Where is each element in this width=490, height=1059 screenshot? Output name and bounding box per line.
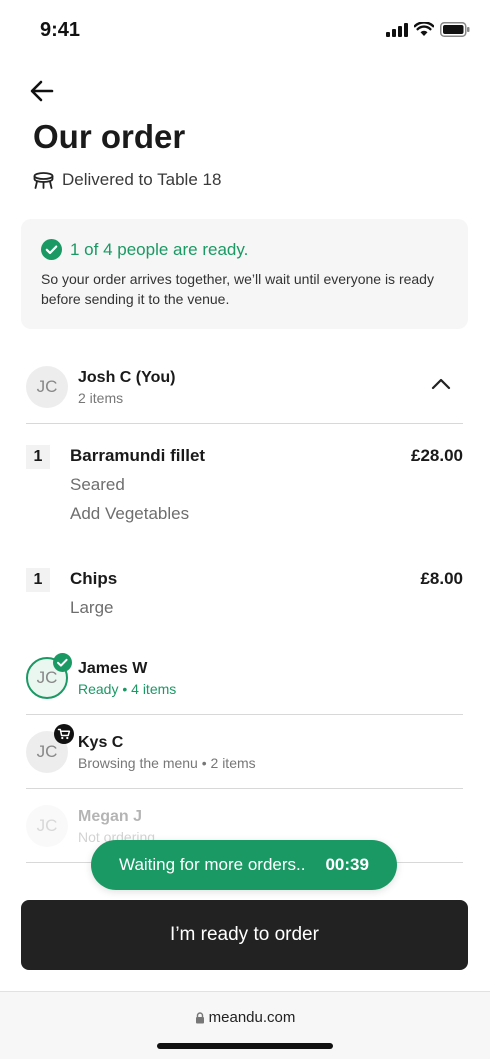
member-row-josh[interactable]: JC Josh C (You) 2 items <box>26 350 463 424</box>
member-name: Kys C <box>78 733 124 751</box>
status-icons <box>386 22 470 37</box>
item-quantity: 1 <box>26 568 50 592</box>
item-modifier: Large <box>70 598 114 617</box>
collapse-button[interactable] <box>429 372 453 396</box>
lock-icon <box>195 1011 204 1023</box>
avatar-initials: JC <box>36 816 58 835</box>
member-name: Megan J <box>78 807 143 825</box>
divider <box>26 423 463 424</box>
battery-icon <box>440 22 470 37</box>
chevron-up-icon <box>431 378 451 390</box>
delivery-info: Delivered to Table 18 <box>33 170 221 190</box>
ready-count-text: 1 of 4 people are ready. <box>70 239 249 259</box>
arrow-left-icon <box>30 80 54 102</box>
item-modifier: Seared <box>70 475 125 494</box>
ready-status-card: 1 of 4 people are ready. So your order a… <box>21 219 468 329</box>
avatar: JC <box>26 653 72 699</box>
member-name: James W <box>78 659 148 677</box>
item-quantity: 1 <box>26 445 50 469</box>
order-item: 1 Barramundi fillet £28.00 Seared Add Ve… <box>26 445 463 535</box>
cart-badge-icon <box>54 724 74 744</box>
status-time: 9:41 <box>40 19 81 41</box>
countdown-timer: 00:39 <box>325 855 369 874</box>
waiting-text: Waiting for more orders.. <box>119 855 306 874</box>
ready-to-order-button[interactable]: I’m ready to order <box>21 900 468 970</box>
avatar-initials: JC <box>36 377 58 396</box>
ready-check-badge-icon <box>53 653 72 672</box>
status-bar: 9:41 <box>0 0 490 62</box>
avatar: JC <box>26 366 68 408</box>
wifi-icon <box>414 22 434 36</box>
member-row-kys[interactable]: JC Kys C Browsing the menu • 2 items <box>26 715 463 789</box>
table-icon <box>33 171 54 189</box>
url-text: meandu.com <box>208 1009 296 1026</box>
member-status: Ready • 4 items <box>78 680 177 697</box>
avatar: JC <box>26 805 68 847</box>
browser-address-bar: meandu.com <box>0 991 490 1059</box>
check-circle-icon <box>41 239 62 260</box>
item-name: Chips <box>70 569 118 588</box>
ready-status-headline: 1 of 4 people are ready. <box>41 239 448 260</box>
back-button[interactable] <box>28 77 56 105</box>
item-price: £8.00 <box>420 569 463 588</box>
avatar: JC <box>26 724 74 773</box>
waiting-toast: Waiting for more orders.. 00:39 <box>91 840 397 890</box>
url-bar[interactable]: meandu.com <box>0 1009 490 1026</box>
member-row-james[interactable]: JC James W Ready • 4 items <box>26 641 463 715</box>
item-price: £28.00 <box>411 446 463 465</box>
member-status: Browsing the menu • 2 items <box>78 754 256 771</box>
item-modifier: Add Vegetables <box>70 504 190 523</box>
cellular-signal-icon <box>386 22 408 37</box>
ready-description: So your order arrives together, we’ll wa… <box>41 271 434 307</box>
avatar-initials: JC <box>36 742 58 761</box>
delivery-text: Delivered to Table 18 <box>62 170 222 189</box>
order-item: 1 Chips £8.00 Large <box>26 568 463 628</box>
member-status: 2 items <box>78 389 124 406</box>
member-name: Josh C (You) <box>78 368 176 386</box>
page-title: Our order <box>33 118 186 155</box>
item-name: Barramundi fillet <box>70 446 206 465</box>
home-indicator[interactable] <box>157 1043 333 1049</box>
